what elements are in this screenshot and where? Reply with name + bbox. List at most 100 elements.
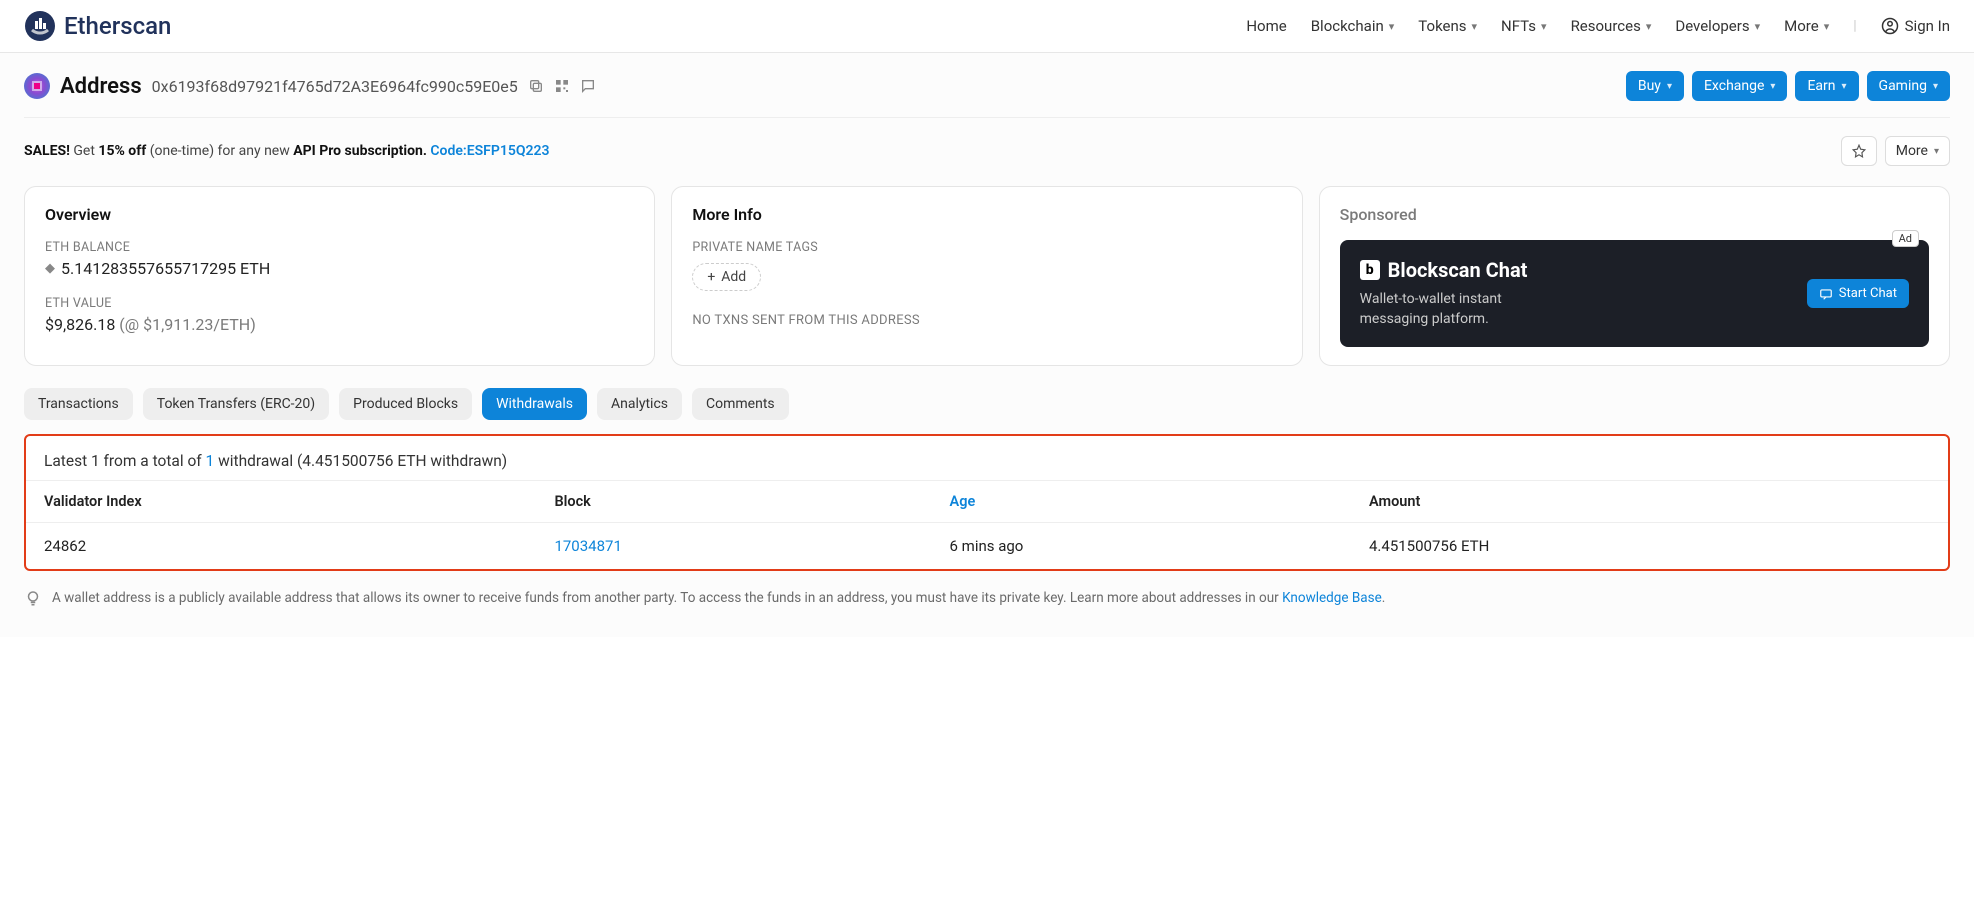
overview-title: Overview [45, 205, 634, 224]
nav-nfts-label: NFTs [1501, 17, 1536, 35]
sales-middle: (one-time) for any new [150, 143, 290, 159]
nav-blockchain-label: Blockchain [1311, 17, 1384, 35]
col-validator: Validator Index [26, 481, 536, 523]
sales-prefix: SALES! [24, 143, 70, 159]
chevron-down-icon: ▾ [1842, 81, 1847, 92]
footnote-text: A wallet address is a publicly available… [52, 590, 1279, 606]
lightbulb-icon [24, 589, 42, 607]
nav-more-label: More [1784, 17, 1819, 35]
tab-analytics[interactable]: Analytics [597, 388, 682, 420]
cell-block-link[interactable]: 17034871 [554, 537, 621, 555]
qr-icon[interactable] [554, 78, 570, 94]
sales-get: Get [73, 143, 95, 159]
start-chat-button[interactable]: Start Chat [1807, 279, 1909, 308]
plus-icon: + [707, 269, 715, 285]
nav-signin[interactable]: Sign In [1881, 17, 1950, 35]
caption-link[interactable]: 1 [206, 452, 215, 470]
chat-icon [1819, 287, 1833, 301]
chevron-down-icon: ▾ [1934, 146, 1939, 157]
cell-amount: 4.451500756 ETH [1351, 523, 1948, 570]
tab-bar: Transactions Token Transfers (ERC-20) Pr… [24, 388, 1950, 420]
eth-balance-value: 5.141283557655717295 ETH [61, 259, 270, 278]
address-title: Address [60, 74, 142, 99]
more-info-card: More Info PRIVATE NAME TAGS + Add NO TXN… [671, 186, 1302, 366]
eth-diamond-icon: ◆ [45, 261, 55, 276]
nav-signin-label: Sign In [1905, 17, 1950, 35]
tab-comments[interactable]: Comments [692, 388, 789, 420]
address-hash: 0x6193f68d97921f4765d72A3E6964fc990c59E0… [152, 77, 518, 96]
withdrawals-caption: Latest 1 from a total of 1 withdrawal (4… [26, 436, 1948, 480]
nav-developers-label: Developers [1675, 17, 1749, 35]
tab-token-transfers[interactable]: Token Transfers (ERC-20) [143, 388, 329, 420]
nav-separator: | [1853, 18, 1856, 34]
sponsor-sub1: Wallet-to-wallet instant [1360, 290, 1528, 310]
col-age[interactable]: Age [932, 481, 1351, 523]
eth-balance-label: ETH BALANCE [45, 240, 634, 255]
exchange-button[interactable]: Exchange ▾ [1692, 71, 1787, 101]
footnote-link[interactable]: Knowledge Base [1282, 590, 1382, 606]
gaming-button-label: Gaming [1879, 78, 1927, 94]
caption-prefix: Latest 1 from a total of [44, 452, 202, 470]
tab-withdrawals[interactable]: Withdrawals [482, 388, 587, 420]
eth-value-rate: (@ $1,911.23/ETH) [119, 315, 256, 334]
cell-age: 6 mins ago [932, 523, 1351, 570]
buy-button[interactable]: Buy▾ [1626, 71, 1684, 101]
footnote: A wallet address is a publicly available… [24, 589, 1950, 607]
logo[interactable]: Etherscan [24, 10, 171, 42]
chevron-down-icon: ▾ [1770, 81, 1775, 92]
chevron-down-icon: ▾ [1389, 20, 1395, 33]
tab-transactions[interactable]: Transactions [24, 388, 133, 420]
tab-produced-blocks[interactable]: Produced Blocks [339, 388, 472, 420]
withdrawals-table-wrap: Latest 1 from a total of 1 withdrawal (4… [24, 434, 1950, 571]
nav-resources[interactable]: Resources▾ [1571, 17, 1652, 35]
sponsor-sub2: messaging platform. [1360, 310, 1528, 330]
logo-text: Etherscan [64, 12, 171, 40]
table-row: 24862 17034871 6 mins ago 4.451500756 ET… [26, 523, 1948, 570]
more-button-label: More [1896, 143, 1928, 159]
caption-suffix: withdrawal (4.451500756 ETH withdrawn) [218, 452, 507, 470]
user-circle-icon [1881, 17, 1899, 35]
etherscan-logo-icon [24, 10, 56, 42]
top-bar: Etherscan Home Blockchain▾ Tokens▾ NFTs▾… [0, 0, 1974, 53]
earn-button[interactable]: Earn ▾ [1795, 71, 1858, 101]
sponsored-title: Sponsored [1340, 205, 1929, 224]
gaming-button[interactable]: Gaming ▾ [1867, 71, 1950, 101]
nav-more[interactable]: More▾ [1784, 17, 1829, 35]
chevron-down-icon: ▾ [1472, 20, 1478, 33]
sponsored-card: Sponsored Ad b Blockscan Chat Wallet-to-… [1319, 186, 1950, 366]
chevron-down-icon: ▾ [1933, 81, 1938, 92]
star-button[interactable] [1841, 136, 1877, 166]
eth-value-amount: $9,826.18 [45, 315, 115, 334]
add-tag-label: Add [721, 269, 746, 285]
sponsor-brand: Blockscan Chat [1388, 258, 1528, 282]
sponsor-box: Ad b Blockscan Chat Wallet-to-wallet ins… [1340, 240, 1929, 347]
earn-button-label: Earn [1807, 78, 1835, 94]
address-avatar [24, 73, 50, 99]
sales-code[interactable]: Code:ESFP15Q223 [430, 143, 549, 159]
main-nav: Home Blockchain▾ Tokens▾ NFTs▾ Resources… [1246, 17, 1950, 35]
sales-percent: 15% off [98, 143, 146, 159]
nav-tokens-label: Tokens [1418, 17, 1466, 35]
blockscan-logo-icon: b [1360, 260, 1380, 280]
copy-icon[interactable] [528, 78, 544, 94]
nav-developers[interactable]: Developers▾ [1675, 17, 1760, 35]
nav-nfts[interactable]: NFTs▾ [1501, 17, 1547, 35]
nav-home-label: Home [1246, 17, 1286, 35]
withdrawals-table: Validator Index Block Age Amount 24862 1… [26, 480, 1948, 569]
sales-banner: SALES! Get 15% off (one-time) for any ne… [24, 118, 1950, 172]
no-txns-text: NO TXNS SENT FROM THIS ADDRESS [692, 313, 1281, 328]
more-info-title: More Info [692, 205, 1281, 224]
col-amount: Amount [1351, 481, 1948, 523]
col-block: Block [536, 481, 931, 523]
sales-bold2: API Pro subscription. [293, 143, 427, 159]
comment-icon[interactable] [580, 78, 596, 94]
nav-tokens[interactable]: Tokens ▾ [1418, 17, 1477, 35]
more-button[interactable]: More ▾ [1885, 136, 1950, 166]
chevron-down-icon: ▾ [1646, 20, 1652, 33]
nav-blockchain[interactable]: Blockchain ▾ [1311, 17, 1395, 35]
star-icon [1852, 144, 1866, 158]
eth-value-label: ETH VALUE [45, 296, 634, 311]
add-tag-button[interactable]: + Add [692, 263, 761, 291]
exchange-button-label: Exchange [1704, 78, 1764, 94]
nav-home[interactable]: Home [1246, 17, 1286, 35]
